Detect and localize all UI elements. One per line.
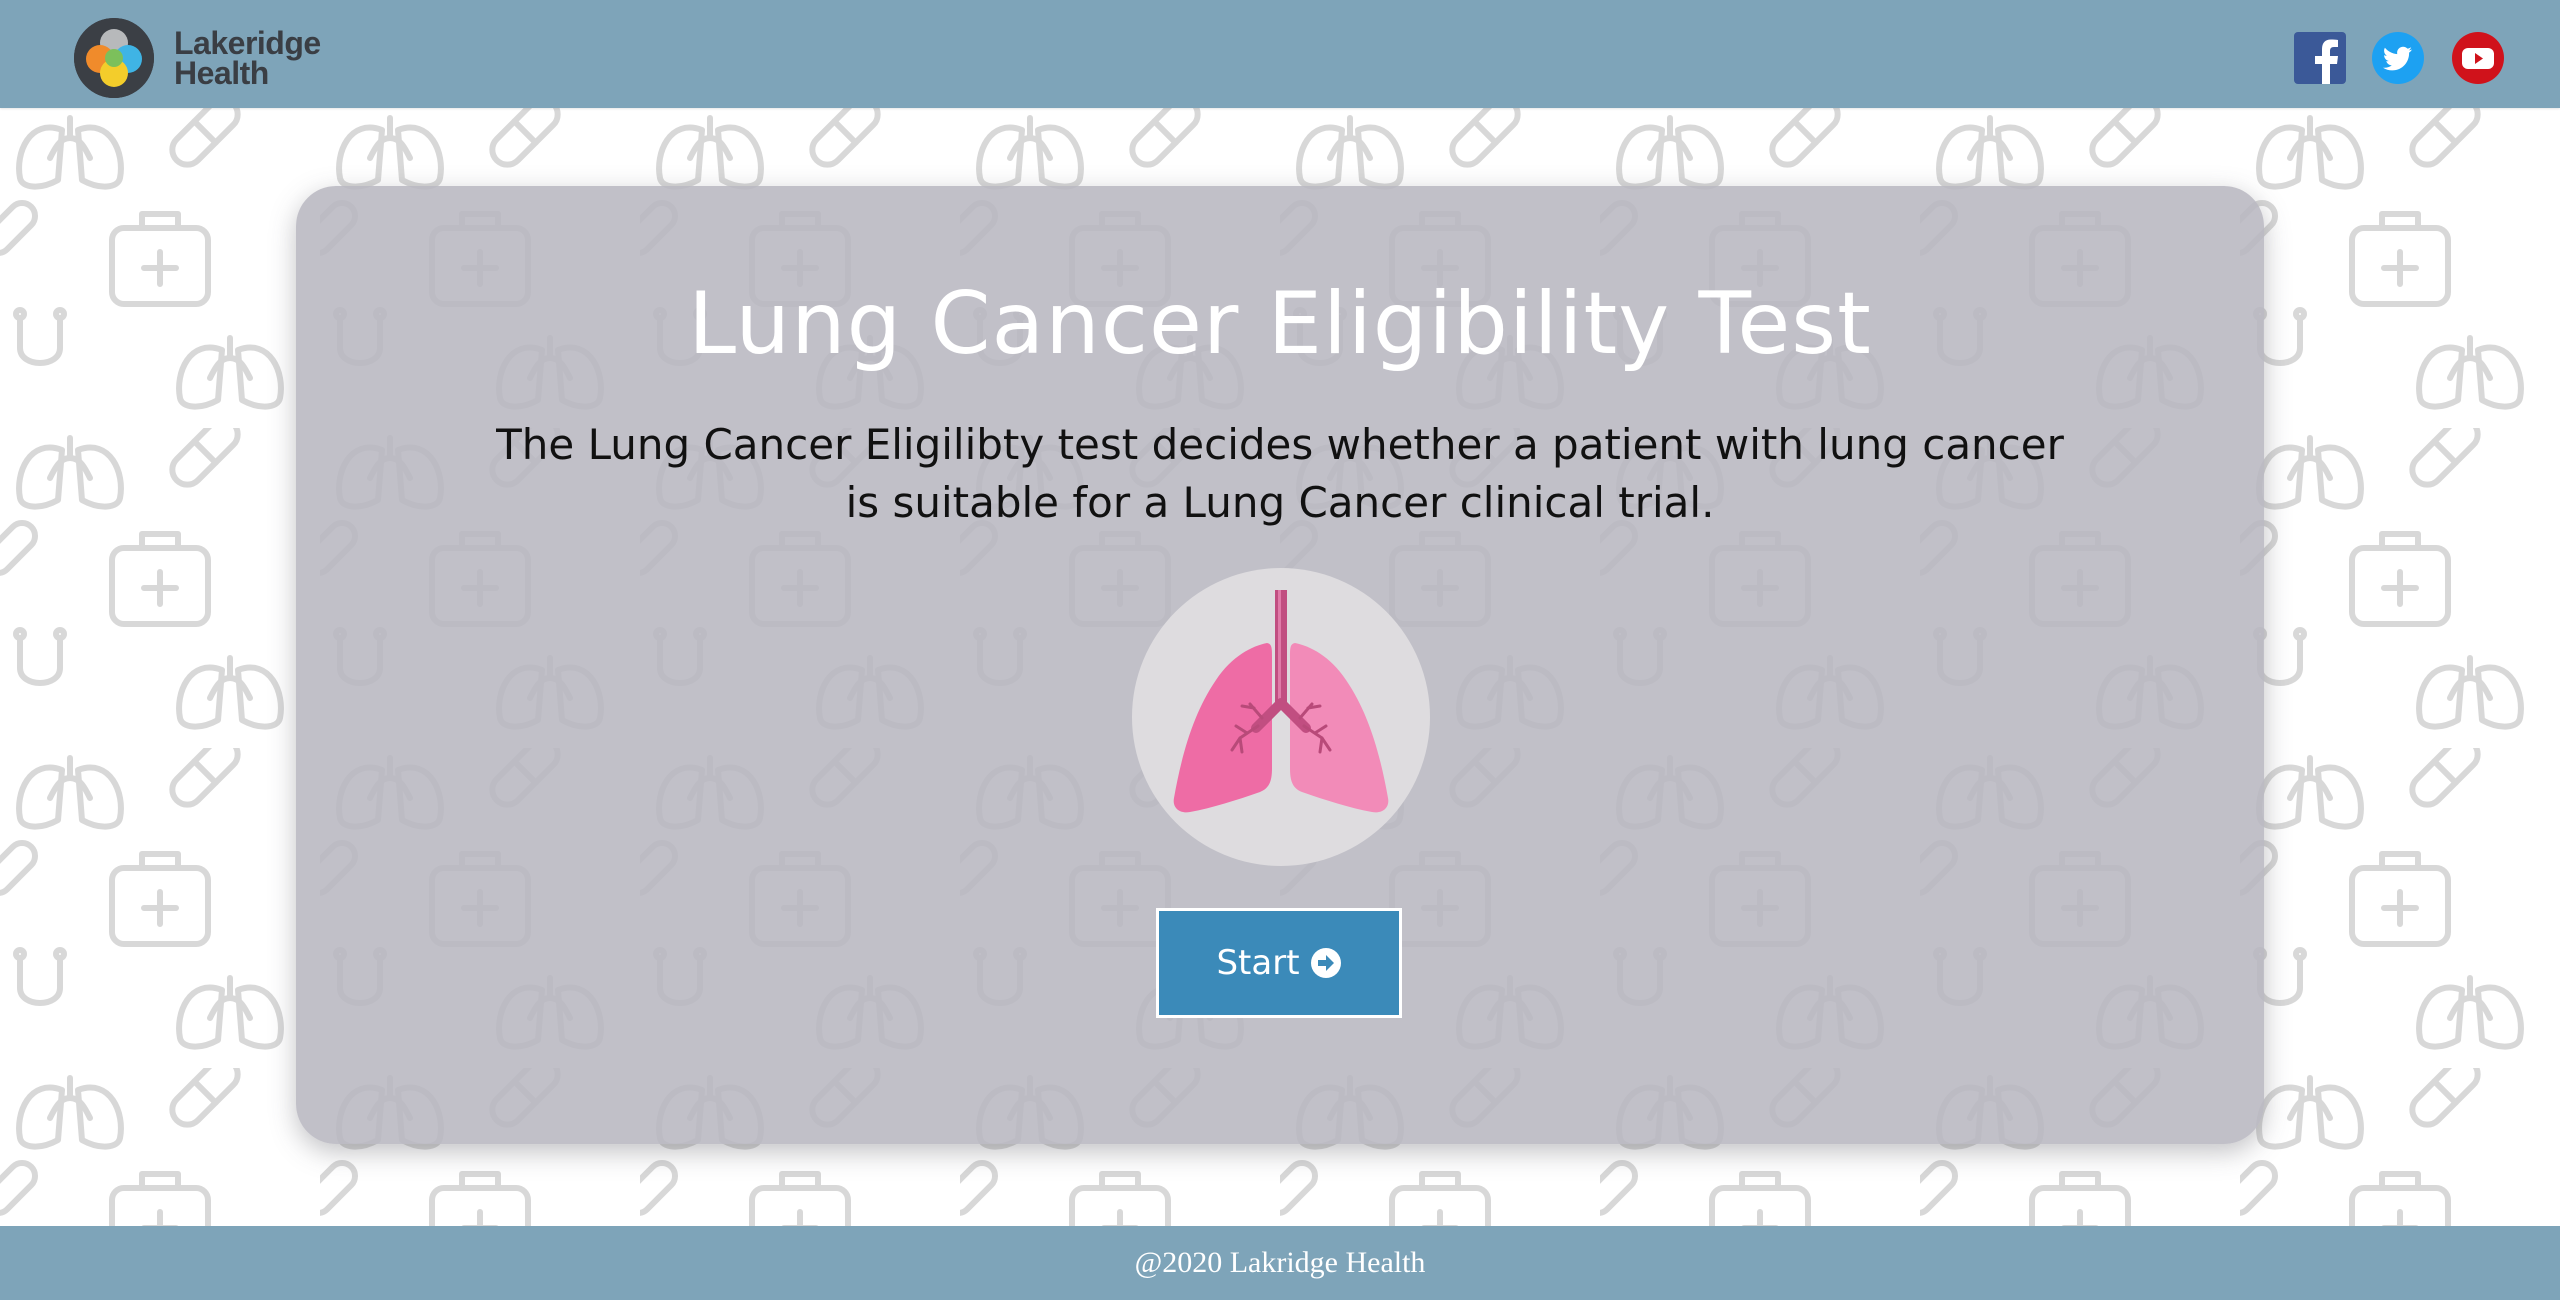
logo-text: Lakeridge Health: [174, 25, 321, 91]
twitter-link[interactable]: [2370, 30, 2426, 86]
logo-line-1: Lakeridge: [174, 25, 321, 61]
start-button-label: Start: [1216, 943, 1300, 983]
facebook-icon: [2294, 32, 2346, 84]
logo-line-2: Health: [174, 55, 269, 91]
footer-copyright: @2020 Lakridge Health: [1134, 1246, 1426, 1279]
page-description: The Lung Cancer Eligilibty test decides …: [496, 420, 2064, 527]
header-bar: Lakeridge Health: [0, 0, 2560, 108]
youtube-link[interactable]: [2450, 30, 2506, 86]
logo-link[interactable]: Lakeridge Health: [74, 18, 321, 98]
lungs-icon: [1173, 590, 1389, 813]
twitter-icon: [2372, 32, 2424, 84]
footer-bar: @2020 Lakridge Health: [0, 1226, 2560, 1300]
facebook-link[interactable]: [2292, 30, 2348, 86]
start-button[interactable]: Start: [1156, 908, 1402, 1018]
lungs-illustration: [1132, 568, 1430, 866]
youtube-icon: [2452, 32, 2504, 84]
logo-icon: [74, 18, 154, 98]
page-title: Lung Cancer Eligibility Test: [688, 274, 1872, 374]
arrow-circle-right-icon: [1310, 947, 1342, 979]
intro-card: Lung Cancer Eligibility Test The Lung Ca…: [296, 186, 2264, 1144]
